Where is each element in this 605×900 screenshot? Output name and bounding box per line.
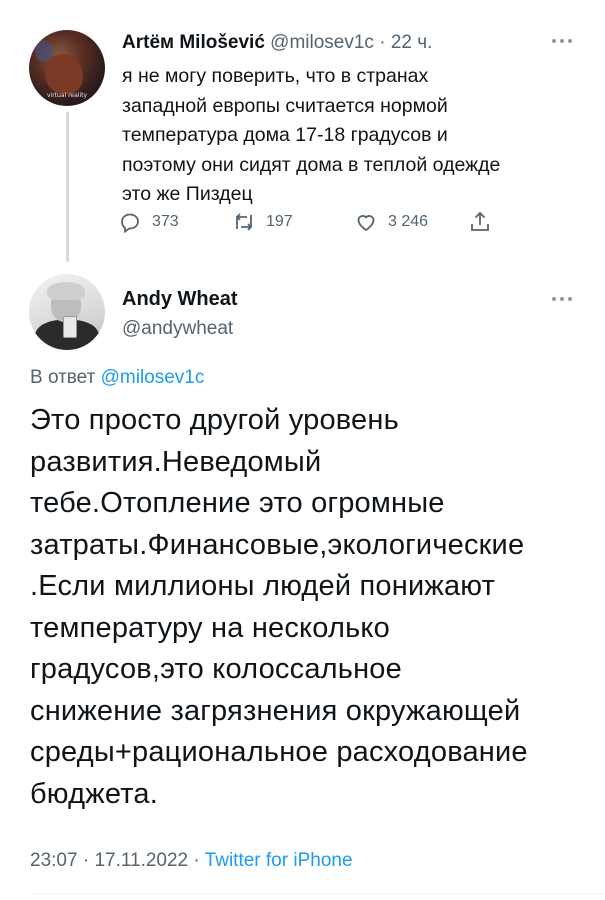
meta-separator: · xyxy=(193,850,200,871)
reply-count: 373 xyxy=(152,213,179,230)
parent-tweet-actions: 373 197 3 246 xyxy=(118,210,518,240)
retweet-icon xyxy=(236,213,252,231)
parent-text-line: поэтому они сидят дома в теплой одежде xyxy=(122,153,501,176)
reply-button[interactable]: 373 xyxy=(118,210,179,234)
like-button[interactable]: 3 246 xyxy=(354,210,428,234)
reply-to-label: В ответ xyxy=(30,367,96,388)
reply-text-line: бюджета. xyxy=(30,777,158,810)
reply-author-handle[interactable]: @andywheat xyxy=(122,318,233,340)
like-icon xyxy=(357,215,375,232)
more-icon[interactable] xyxy=(548,36,576,46)
reply-to-mention[interactable]: @milosev1c xyxy=(101,367,205,388)
reply-text-line: Это просто другой уровень xyxy=(30,404,399,436)
reply-text-line: градусов,это колоссальное xyxy=(30,653,402,685)
parent-tweet-header: Artём Milošević @milosev1c · 22 ч. xyxy=(122,32,432,54)
reply-text-line: .Если миллионы людей понижают xyxy=(30,570,496,602)
tweet-time[interactable]: 23:07 xyxy=(30,850,78,871)
avatar-detail xyxy=(63,316,77,338)
reply-author-name[interactable]: Andy Wheat xyxy=(122,288,238,311)
parent-text-line: это же Пиздец xyxy=(122,183,253,205)
reply-tweet-text: Это просто другой уровень развития.Невед… xyxy=(30,400,590,815)
divider xyxy=(30,893,605,894)
parent-tweet-time[interactable]: 22 ч. xyxy=(391,32,433,53)
meta-separator: · xyxy=(379,32,386,53)
share-button[interactable] xyxy=(468,210,492,234)
reply-text-line: снижение загрязнения окружающей xyxy=(30,694,521,727)
reply-text-line: затраты.Финансовые,экологические xyxy=(30,528,525,561)
parent-avatar[interactable]: virtual reality xyxy=(29,30,105,106)
retweet-button[interactable]: 197 xyxy=(232,210,293,234)
more-icon[interactable] xyxy=(548,294,576,304)
retweet-count: 197 xyxy=(266,213,293,230)
tweet-timestamp: 23:07 · 17.11.2022 · Twitter for iPhone xyxy=(30,850,353,872)
reply-text-line: температуру на несколько xyxy=(30,611,390,644)
avatar-detail xyxy=(45,54,83,94)
parent-text-line: я не могу поверить, что в странах xyxy=(122,65,429,87)
parent-author-name[interactable]: Artём Milošević xyxy=(122,32,265,53)
like-count: 3 246 xyxy=(388,213,429,230)
reply-context: В ответ @milosev1c xyxy=(30,367,204,389)
tweet-source-link[interactable]: Twitter for iPhone xyxy=(205,850,353,871)
avatar-caption: virtual reality xyxy=(47,92,88,99)
reply-avatar[interactable] xyxy=(29,274,105,350)
reply-text-line: среды+рациональное расходование xyxy=(30,736,528,768)
tweet-date[interactable]: 17.11.2022 xyxy=(94,850,188,871)
parent-text-line: температура дома 17-18 градусов и xyxy=(122,124,448,146)
avatar-detail xyxy=(47,282,85,300)
reply-text-line: тебе.Отопление это огромные xyxy=(30,487,445,519)
reply-icon xyxy=(121,213,139,234)
meta-separator: · xyxy=(82,850,90,871)
reply-text-line: развития.Неведомый xyxy=(30,445,322,478)
parent-text-line: западной европы считается нормой xyxy=(122,94,448,117)
parent-tweet-text: я не могу поверить, что в странах западн… xyxy=(122,62,582,210)
share-icon xyxy=(471,211,489,231)
parent-author-handle[interactable]: @milosev1c xyxy=(270,32,374,53)
thread-connector-line xyxy=(66,112,69,262)
